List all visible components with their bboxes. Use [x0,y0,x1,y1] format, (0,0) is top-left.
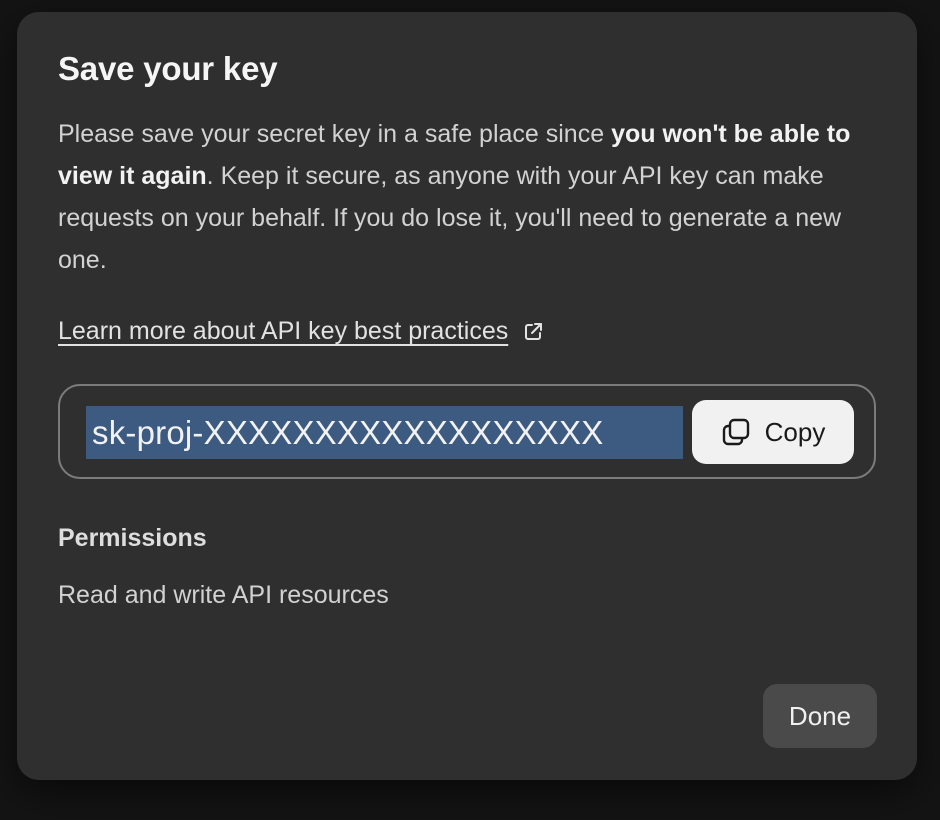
permissions-heading: Permissions [58,524,207,552]
copy-button[interactable]: Copy [692,400,854,464]
secret-key-field: sk-proj-XXXXXXXXXXXXXXXXXX Copy [58,384,876,479]
learn-more-link[interactable]: Learn more about API key best practices [58,314,544,348]
done-button[interactable]: Done [763,684,877,748]
copy-icon [721,417,751,447]
dialog-title: Save your key [58,50,278,87]
permissions-value: Read and write API resources [58,581,389,609]
dialog-description: Please save your secret key in a safe pl… [58,113,888,281]
learn-more-label: Learn more about API key best practices [58,317,509,345]
save-key-dialog: Save your key Please save your secret ke… [17,12,917,780]
copy-label: Copy [764,416,826,447]
secret-key-value[interactable]: sk-proj-XXXXXXXXXXXXXXXXXX [86,406,683,459]
external-link-icon [522,318,544,340]
description-text-1: Please save your secret key in a safe pl… [58,120,612,148]
